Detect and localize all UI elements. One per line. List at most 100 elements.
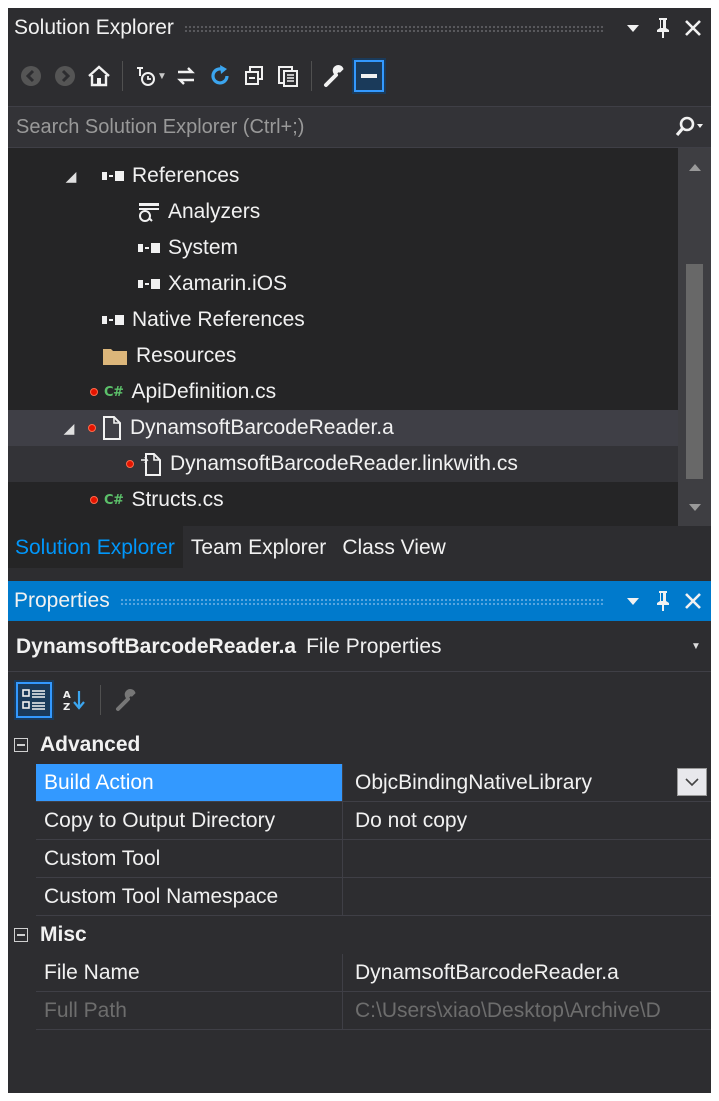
category-label: Advanced <box>40 733 141 756</box>
pin-icon[interactable] <box>651 15 675 41</box>
expanded-arrow-icon[interactable]: ◢ <box>60 420 78 437</box>
tree-item-system[interactable]: System <box>8 230 678 266</box>
tree-item-xamarin-ios[interactable]: Xamarin.iOS <box>8 266 678 302</box>
category-advanced[interactable]: Advanced <box>8 726 711 764</box>
home-icon[interactable] <box>82 58 116 94</box>
selected-object-name: DynamsoftBarcodeReader.a <box>16 634 297 658</box>
file-icon <box>102 416 122 440</box>
tree-item-structs-cs[interactable]: C# Structs.cs <box>8 482 678 518</box>
scroll-down-icon[interactable] <box>678 492 711 522</box>
dependent-file-icon <box>140 452 162 476</box>
tree-scrollbar[interactable] <box>678 148 711 526</box>
tool-window-tabs: Solution Explorer Team Explorer Class Vi… <box>8 526 711 578</box>
property-name: Full Path <box>36 992 343 1030</box>
property-row-custom-tool-namespace[interactable]: Custom Tool Namespace <box>8 878 711 916</box>
assembly-reference-icon <box>138 279 160 289</box>
solution-tree: ◢ References Analyzers System Xamarin.iO… <box>8 148 711 526</box>
property-value[interactable]: C:\Users\xiao\Desktop\Archive\D <box>343 992 711 1030</box>
tab-solution-explorer[interactable]: Solution Explorer <box>8 526 183 568</box>
property-row-copy-to-output[interactable]: Copy to Output Directory Do not copy <box>8 802 711 840</box>
scrollbar-thumb[interactable] <box>686 264 703 479</box>
selected-object-type: File Properties <box>306 634 442 658</box>
close-icon[interactable] <box>681 588 705 614</box>
properties-wrench-icon[interactable] <box>318 58 352 94</box>
references-icon <box>102 171 124 181</box>
property-name: Custom Tool Namespace <box>36 878 343 916</box>
tree-item-label: System <box>168 236 239 259</box>
solution-explorer-search <box>8 106 711 148</box>
property-value[interactable]: DynamsoftBarcodeReader.a <box>343 954 711 992</box>
tree-item-dynamsoft-barcode-reader-a[interactable]: ◢ DynamsoftBarcodeReader.a <box>8 410 678 446</box>
csharp-file-icon: C# <box>104 492 124 508</box>
property-value-dropdown[interactable]: ObjcBindingNativeLibrary <box>343 764 711 802</box>
tree-item-native-references[interactable]: Native References <box>8 302 678 338</box>
property-value: ObjcBindingNativeLibrary <box>355 770 592 794</box>
tree-item-label: ApiDefinition.cs <box>131 380 277 403</box>
svg-text:A: A <box>63 690 71 701</box>
object-selector-dropdown-icon[interactable]: ▼ <box>681 641 711 652</box>
properties-titlebar: Properties <box>8 581 711 621</box>
property-name: Build Action <box>36 764 343 802</box>
toolbar-separator <box>122 61 123 91</box>
pin-icon[interactable] <box>651 588 675 614</box>
drag-grip[interactable] <box>183 24 605 32</box>
tree-item-label: Xamarin.iOS <box>168 272 288 295</box>
property-value[interactable] <box>343 878 711 916</box>
property-pages-wrench-icon[interactable] <box>107 680 147 720</box>
preview-selected-items-icon[interactable] <box>351 58 386 94</box>
solution-explorer-titlebar: Solution Explorer <box>8 8 711 48</box>
property-row-custom-tool[interactable]: Custom Tool <box>8 840 711 878</box>
close-icon[interactable] <box>681 15 705 41</box>
property-row-build-action[interactable]: Build Action ObjcBindingNativeLibrary <box>8 764 711 802</box>
tree-item-label: DynamsoftBarcodeReader.a <box>130 416 394 439</box>
property-row-file-name[interactable]: File Name DynamsoftBarcodeReader.a <box>8 954 711 992</box>
property-row-full-path[interactable]: Full Path C:\Users\xiao\Desktop\Archive\… <box>8 992 711 1030</box>
property-name: File Name <box>36 954 343 992</box>
vs-tool-windows: Solution Explorer ▼ Search Solution Expl… <box>8 8 711 1093</box>
forward-icon[interactable] <box>48 58 82 94</box>
tree-item-apidefinition-cs[interactable]: C# ApiDefinition.cs <box>8 374 678 410</box>
search-input[interactable] <box>8 106 667 148</box>
folder-icon <box>102 345 128 367</box>
alphabetical-sort-icon[interactable]: AZ <box>54 680 94 720</box>
sync-with-active-document-icon[interactable] <box>169 58 203 94</box>
property-value[interactable] <box>343 840 711 878</box>
status-dot-icon <box>88 424 96 432</box>
collapse-all-icon[interactable] <box>237 58 271 94</box>
pending-changes-filter-icon[interactable] <box>129 58 163 94</box>
status-dot-icon <box>126 460 134 468</box>
solution-explorer-title: Solution Explorer <box>14 16 174 39</box>
tree-item-resources[interactable]: Resources <box>8 338 678 374</box>
svg-text:Z: Z <box>63 702 70 713</box>
tree-item-label: Analyzers <box>168 200 261 223</box>
window-position-dropdown-icon[interactable] <box>621 15 645 41</box>
collapse-category-icon[interactable] <box>14 928 28 942</box>
tab-class-view[interactable]: Class View <box>334 526 453 568</box>
chevron-down-icon[interactable] <box>677 768 707 796</box>
tree-item-analyzers[interactable]: Analyzers <box>8 194 678 230</box>
tab-team-explorer[interactable]: Team Explorer <box>183 526 334 568</box>
property-grid: Advanced Build Action ObjcBindingNativeL… <box>8 726 711 1030</box>
tree-item-linkwith-cs[interactable]: DynamsoftBarcodeReader.linkwith.cs <box>8 446 678 482</box>
window-position-dropdown-icon[interactable] <box>621 588 645 614</box>
show-all-files-icon[interactable] <box>271 58 305 94</box>
tree-item-references[interactable]: ◢ References <box>8 158 678 194</box>
tree-item-label: References <box>132 164 240 187</box>
property-value[interactable]: Do not copy <box>343 802 711 840</box>
scroll-up-icon[interactable] <box>678 152 711 182</box>
back-icon[interactable] <box>14 58 48 94</box>
collapse-category-icon[interactable] <box>14 738 28 752</box>
category-misc[interactable]: Misc <box>8 916 711 954</box>
assembly-reference-icon <box>138 243 160 253</box>
native-references-icon <box>102 315 124 325</box>
categorized-icon[interactable] <box>14 680 54 720</box>
expanded-arrow-icon[interactable]: ◢ <box>62 168 80 185</box>
tree-item-label: Resources <box>136 344 237 367</box>
refresh-icon[interactable] <box>203 58 237 94</box>
tree-item-label: Native References <box>132 308 305 331</box>
search-icon[interactable] <box>667 116 711 138</box>
properties-toolbar: AZ <box>8 672 711 728</box>
drag-grip[interactable] <box>119 597 605 605</box>
analyzers-icon <box>138 201 160 223</box>
object-selector[interactable]: DynamsoftBarcodeReader.a File Properties… <box>8 622 711 672</box>
